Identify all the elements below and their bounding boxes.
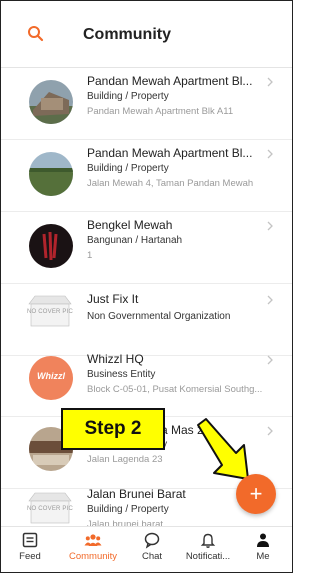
no-cover-label: NO COVER PIC: [26, 506, 74, 512]
list-item-address: 1: [87, 250, 93, 261]
tab-notifications-label: Notificati...: [185, 551, 231, 562]
chevron-right-icon: [267, 355, 273, 365]
list-item[interactable]: Pandan Mewah Apartment Bl... Building / …: [1, 68, 292, 140]
header: Community: [1, 1, 292, 68]
tab-me[interactable]: Me: [234, 531, 292, 562]
list-item-address: Pandan Mewah Apartment Blk A11: [87, 106, 234, 117]
page-title: Community: [83, 26, 171, 43]
bell-icon: [200, 533, 216, 548]
community-icon: [84, 534, 102, 546]
tab-community-label: Community: [68, 551, 118, 562]
list-item[interactable]: Pandan Mewah Apartment Bl... Building / …: [1, 140, 292, 212]
list-item-type: Bangunan / Hartanah: [87, 235, 183, 246]
list-item-name: Pandan Mewah Apartment Bl...: [87, 146, 253, 160]
list-item-address: Block C-05-01, Pusat Komersial Southg...: [87, 384, 263, 395]
list-item-name: Just Fix It: [87, 292, 139, 306]
whizzl-logo: Whizzl: [37, 371, 65, 381]
person-icon: [257, 533, 269, 547]
chevron-right-icon: [267, 149, 273, 159]
app-screen: Community Pandan Mewah Apartment Bl... B…: [0, 0, 293, 573]
avatar: [29, 224, 73, 268]
tab-me-label: Me: [256, 551, 270, 562]
list-item-address: Jalan Mewah 4, Taman Pandan Mewah: [87, 178, 254, 189]
feed-icon: [22, 532, 38, 548]
tab-feed[interactable]: Feed: [1, 531, 59, 562]
chevron-right-icon: [267, 221, 273, 231]
list-item[interactable]: Whizzl Whizzl HQ Business Entity Block C…: [1, 344, 292, 417]
add-button[interactable]: +: [236, 474, 276, 514]
chevron-right-icon: [267, 77, 273, 87]
avatar: Whizzl: [29, 356, 73, 400]
list-item-type: Building / Property: [87, 91, 169, 102]
chat-icon: [144, 532, 160, 549]
chevron-right-icon: [267, 295, 273, 305]
list-item[interactable]: Bengkel Mewah Bangunan / Hartanah 1: [1, 212, 292, 284]
list-item-type: Non Governmental Organization: [87, 311, 231, 322]
tab-community[interactable]: Community: [64, 531, 122, 562]
search-icon[interactable]: [27, 25, 45, 43]
list-item-name: Bengkel Mewah: [87, 218, 173, 232]
tab-notifications[interactable]: Notificati...: [179, 531, 237, 562]
step-callout: Step 2: [61, 408, 165, 450]
tab-feed-label: Feed: [19, 551, 41, 562]
list-item-type: Business Entity: [87, 369, 156, 380]
list-item-address: Jalan Lagenda 23: [87, 454, 163, 465]
no-cover-label: NO COVER PIC: [26, 309, 74, 315]
tab-chat-label: Chat: [141, 551, 163, 562]
list-item-name: Pandan Mewah Apartment Bl...: [87, 74, 253, 88]
list-item-type: Building / Property: [87, 163, 169, 174]
tab-chat[interactable]: Chat: [123, 531, 181, 562]
no-cover-avatar: NO COVER PIC: [25, 292, 75, 336]
avatar: [29, 80, 73, 124]
avatar: [29, 152, 73, 196]
list-item-name: Whizzl HQ: [87, 352, 144, 366]
chevron-right-icon: [267, 426, 273, 436]
bottom-nav: Feed Community Chat Notificati... Me: [1, 526, 292, 572]
